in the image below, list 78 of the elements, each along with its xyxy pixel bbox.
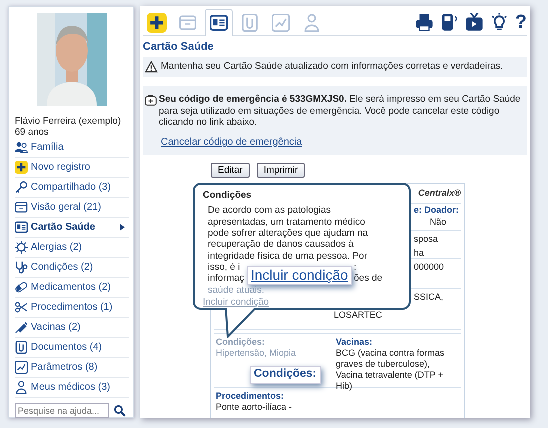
action-button[interactable]: Imprimir <box>256 163 306 178</box>
emergency-message: Seu código de emergência é 533GMXJS0. Ele será impresso em seu Cartão Saúde para seja utilizado em situações de emergência. Você pode cancelar este código clicando no link abaixo. <box>159 94 522 129</box>
card-label: Procedimentos: <box>216 391 286 402</box>
card-text: Ponte aorto-ilíaca - <box>216 402 294 414</box>
card-text: LOSARTEC <box>334 310 382 322</box>
tooltip-text: integridade física de uma pessoa. Por <box>208 250 368 262</box>
profile-name: Flávio Ferreira (exemplo) <box>15 116 122 127</box>
tv-icon[interactable] <box>465 12 484 32</box>
folder-icon <box>179 14 197 32</box>
printer-icon[interactable] <box>415 12 434 32</box>
card-text: BCG (vacina contra formas graves de tuberculose), Vacina tetravalente (DTP + Hib) <box>336 348 446 392</box>
id-card-icon <box>15 221 28 234</box>
card-text: e: Doador: <box>414 205 459 216</box>
lightbulb-icon[interactable] <box>490 12 510 32</box>
plus-icon <box>147 12 167 32</box>
sidebar-item[interactable]: Vacinas (2) <box>15 318 129 338</box>
syringe-icon <box>15 321 28 334</box>
tooltip-text: apresentadas, um tratamento médico <box>208 216 366 228</box>
zoomed-link[interactable]: Incluir condição <box>247 266 352 286</box>
card-text: 000000 <box>414 262 444 274</box>
sidebar-item[interactable]: Parâmetros (8) <box>15 358 129 378</box>
key-icon <box>15 181 28 194</box>
alert-text: Mantenha seu Cartão Saúde atualizado com informações corretas e verdadeiras. <box>161 61 504 73</box>
card-label: Vacinas: <box>336 337 374 348</box>
tooltip-text: informaç <box>208 273 244 285</box>
card-text: Não <box>430 217 447 228</box>
search-icon[interactable] <box>114 404 126 416</box>
sidebar-item[interactable]: Meus médicos (3) <box>15 378 129 398</box>
card-text: sposa <box>414 234 438 246</box>
sidebar-item[interactable]: Família <box>15 138 129 158</box>
sidebar-item[interactable]: Medicamentos (2) <box>15 278 129 298</box>
action-button[interactable]: Editar <box>211 163 250 178</box>
phone-icon[interactable] <box>440 12 460 32</box>
chart-icon <box>15 361 28 374</box>
profile-age: 69 anos <box>15 127 50 138</box>
document-icon <box>15 341 28 354</box>
tooltip-text: pode sofrer alterações que ajudam na <box>208 228 370 240</box>
zoomed-label: Condições: <box>250 366 321 384</box>
person-icon <box>15 381 28 394</box>
toolbar-tab[interactable] <box>205 9 233 36</box>
sidebar-item[interactable]: Novo registro <box>15 158 129 178</box>
tooltip-text: recuperação de danos causados à <box>208 239 355 251</box>
sidebar-item[interactable]: Condições (2) <box>15 258 129 278</box>
document-icon <box>241 14 259 32</box>
card-brand: Centralx® <box>418 188 461 200</box>
tooltip-text: saúde atuais. <box>208 284 266 296</box>
arrow-icon <box>120 224 125 231</box>
sidebar-item[interactable]: Cartão Saúde <box>15 218 129 238</box>
tooltip-text: De acordo com as patologias <box>208 205 332 217</box>
card-text: ha <box>414 248 424 258</box>
virus-icon <box>15 241 28 254</box>
tooltip-text: : <box>354 262 357 274</box>
sidebar-item[interactable]: Alergias (2) <box>15 238 129 258</box>
sidebar-item[interactable]: Documentos (4) <box>15 338 129 358</box>
id-card-icon <box>210 14 228 32</box>
sidebar-item[interactable]: Visão geral (21) <box>15 198 129 218</box>
family-icon <box>15 141 28 154</box>
sidebar-item[interactable]: Procedimentos (1) <box>15 298 129 318</box>
card-label: Condições: <box>216 337 266 348</box>
tooltip-text: ões de <box>354 273 383 285</box>
sidebar-item[interactable]: Compartilhado (3) <box>15 178 129 198</box>
search-field[interactable]: Pesquise na ajuda... <box>15 403 109 418</box>
plus-icon <box>15 161 28 174</box>
cancel-code-link[interactable]: Cancelar código de emergência <box>161 136 302 148</box>
stethoscope-icon <box>15 261 28 274</box>
warning-icon <box>145 61 158 74</box>
page-title: Cartão Saúde <box>143 41 215 54</box>
scissors-icon <box>15 301 28 314</box>
folder-icon <box>15 201 28 214</box>
tooltip-title: Condições <box>203 190 253 202</box>
person-icon <box>303 14 321 32</box>
pill-icon <box>15 281 28 294</box>
tooltip-text: isso, é i <box>208 262 240 274</box>
card-text: Hipertensão, Miopia <box>216 348 298 360</box>
medical-kit-icon <box>145 95 157 106</box>
help-button[interactable]: ? <box>515 12 527 32</box>
card-text: SSICA, <box>414 292 444 304</box>
chart-icon <box>272 14 290 32</box>
